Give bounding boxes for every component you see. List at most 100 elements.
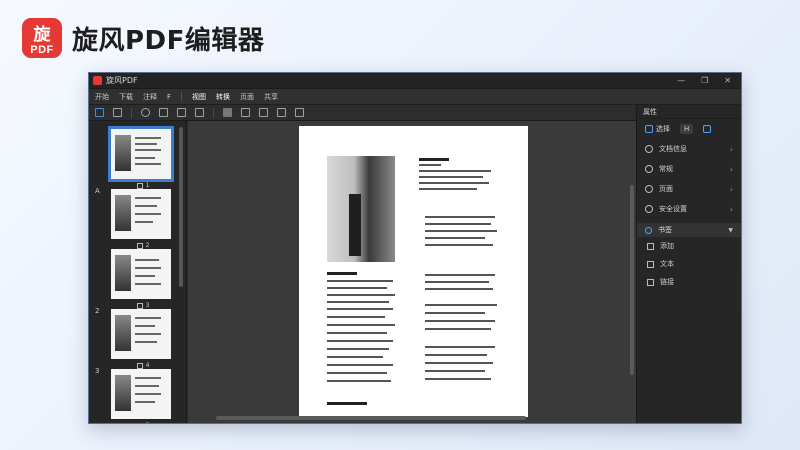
thumbnail-page-1[interactable]: 1 [107,126,179,189]
chevron-right-icon: › [729,164,733,174]
thumbnail-image [108,126,174,182]
thumbnail-image [111,249,171,299]
sub-item-label: 添加 [660,242,674,250]
menu-item-share[interactable]: 共享 [264,92,278,102]
panel-item-general[interactable]: 常规 › [637,159,741,179]
panel-item-label: 安全设置 [659,205,687,213]
menu-item-view[interactable]: 视图 [192,92,206,102]
panel-item-page[interactable]: 页面 › [637,179,741,199]
thumbnail-image [111,309,171,359]
menu-separator [181,92,183,101]
brand-title: 旋风PDF编辑器 [72,25,265,56]
rotate-icon[interactable] [277,108,286,117]
logo-bottom-text: PDF [30,44,54,56]
chevron-down-icon: ▼ [728,226,733,234]
thumbnail-checkbox[interactable] [136,182,143,189]
page-icon [645,185,653,193]
thumbnail-checkbox[interactable] [136,362,143,369]
thumbnail-marker: 3 [95,367,100,375]
panel-tools: 选择 H [637,119,741,139]
hand-tool-icon[interactable] [113,108,122,117]
layout-icon[interactable] [295,108,304,117]
eraser-icon[interactable] [141,108,150,117]
menu-item-annotate[interactable]: 注释 [143,92,157,102]
maximize-button[interactable]: ❐ [701,76,708,85]
shield-icon [645,205,653,213]
select-icon [645,125,653,133]
fit-width-icon[interactable] [241,108,250,117]
info-icon [645,145,653,153]
thumbnail-image [111,189,171,239]
sub-item-label: 链接 [660,278,674,286]
logo-top-text: 旋 [33,25,51,45]
pen-icon[interactable] [159,108,168,117]
panel-item-security[interactable]: 安全设置 › [637,199,741,219]
toolbar-separator [131,107,132,118]
thumbnail-image [111,369,171,419]
chevron-right-icon: › [729,144,733,154]
panel-item-doc-info[interactable]: 文档信息 › [637,139,741,159]
panel-header: 属性 [637,105,741,119]
general-icon [645,165,653,173]
bookmark-section[interactable]: 书签 ▼ [637,223,741,237]
brand-header: 旋 PDF 旋风PDF编辑器 [22,16,264,60]
select-tool-icon[interactable] [95,108,104,117]
panel-item-label: 常规 [659,165,673,173]
thumbnail-page-2[interactable]: 2 [107,189,179,249]
document-photo [327,156,395,262]
grid-icon[interactable] [195,108,204,117]
section-label: 书签 [658,226,672,234]
zoom-dropdown-icon[interactable] [259,108,268,117]
menu-item-convert[interactable]: 转换 [216,92,230,102]
thumbnail-scrollbar[interactable] [179,127,183,287]
panel-tool-label: H [684,125,690,133]
panel-item-label: 文档信息 [659,145,687,153]
chevron-right-icon: › [729,184,733,194]
menu-item-page[interactable]: 页面 [240,92,254,102]
bookmark-add[interactable]: 添加 [637,237,741,255]
zoom-icon [703,125,712,133]
page-icon[interactable] [223,108,232,117]
panel-tool-zoom[interactable] [703,125,712,133]
thumbnail-checkbox[interactable] [136,242,143,249]
vertical-scrollbar[interactable] [630,185,634,375]
app-window: 旋风PDF — ❐ ✕ 开始 下载 注释 F 视图 转换 页面 共享 1 A 2… [88,72,742,424]
close-button[interactable]: ✕ [724,76,731,85]
sub-item-label: 文本 [660,260,674,268]
menu-bar: 开始 下载 注释 F 视图 转换 页面 共享 [89,89,741,105]
properties-panel: 属性 选择 H 文档信息 › 常规 › 页面 › 安全设置 › 书签 ▼ 添加 文本 链接 [636,105,741,423]
thumbnail-checkbox[interactable] [136,302,143,309]
thumbnail-page-5[interactable]: 5 [107,369,179,423]
menu-item-start[interactable]: 开始 [95,92,109,102]
toolbar-separator [213,107,214,118]
menu-item-download[interactable]: 下载 [119,92,133,102]
window-title: 旋风PDF [106,76,138,85]
thumbnail-panel: 1 A 2 3 2 4 3 [89,121,187,423]
chevron-right-icon: › [729,204,733,214]
thumbnail-page-number: 4 [145,362,150,369]
delete-icon[interactable] [177,108,186,117]
bookmark-icon [645,226,652,234]
app-logo-icon: 旋 PDF [22,18,62,58]
horizontal-scrollbar[interactable] [216,416,526,420]
thumbnail-page-number: 2 [145,242,150,249]
window-controls: — ❐ ✕ [677,76,737,85]
panel-tool-select[interactable]: 选择 [645,124,670,134]
bookmark-link[interactable]: 链接 [637,273,741,291]
menu-item-f[interactable]: F [167,93,171,101]
minimize-button[interactable]: — [677,76,685,85]
bookmark-text[interactable]: 文本 [637,255,741,273]
thumbnail-checkbox[interactable] [136,422,143,423]
panel-tool-h[interactable]: H [680,124,694,134]
link-icon [647,278,654,286]
title-bar: 旋风PDF — ❐ ✕ [89,73,741,89]
add-icon [647,242,654,250]
text-icon [647,260,654,268]
thumbnail-marker: 2 [95,307,100,315]
thumbnail-page-4[interactable]: 4 [107,309,179,369]
panel-tool-label: 选择 [656,125,670,133]
thumbnail-page-number: 5 [146,422,150,423]
thumbnail-page-3[interactable]: 3 [107,249,179,309]
document-page [299,126,528,417]
document-canvas[interactable] [188,121,636,423]
